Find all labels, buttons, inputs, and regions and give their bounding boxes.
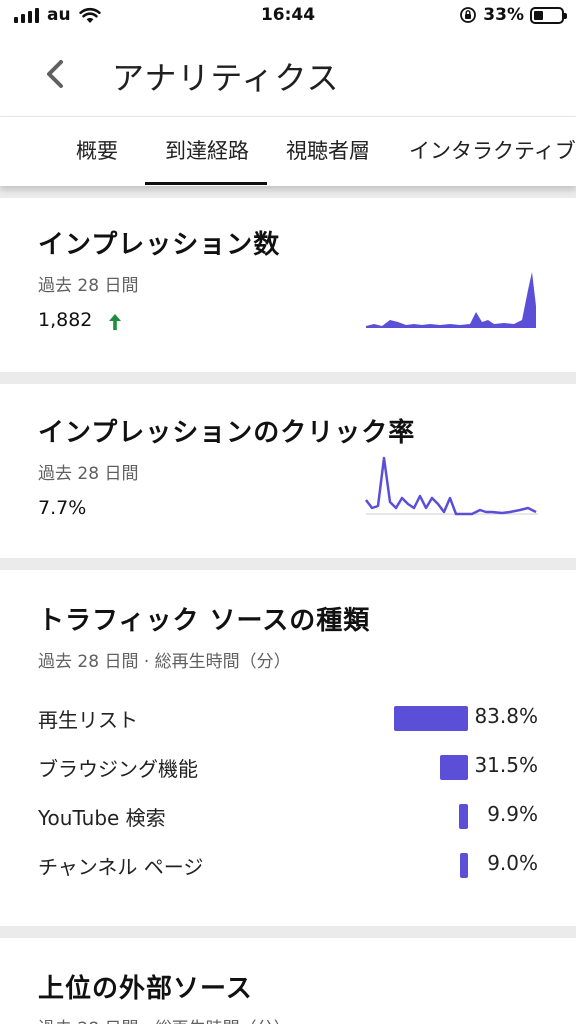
tab-bar: 概要 到達経路 視聴者層 インタラクティブ	[0, 116, 576, 186]
chevron-left-icon	[47, 60, 63, 88]
battery-icon	[530, 6, 567, 24]
section-divider	[0, 186, 576, 198]
external-sources-subtitle: 過去 28 日間 · 総再生時間（分）	[38, 1014, 291, 1024]
external-sources-card[interactable]: 上位の外部ソース 過去 28 日間 · 総再生時間（分）	[0, 938, 576, 1024]
ctr-sparkline	[365, 456, 538, 516]
status-bar: au 16:44 33%	[0, 0, 576, 34]
traffic-source-row[interactable]: 再生リスト 83.8%	[0, 704, 576, 734]
traffic-source-bar	[459, 804, 468, 829]
back-button[interactable]	[36, 54, 76, 94]
traffic-source-percent: 83.8%	[474, 704, 538, 728]
traffic-source-row[interactable]: ブラウジング機能 31.5%	[0, 753, 576, 783]
tab-audience[interactable]: 視聴者層	[286, 117, 370, 186]
orientation-lock-icon	[460, 7, 477, 23]
traffic-sources-subtitle: 過去 28 日間 · 総再生時間（分）	[38, 652, 291, 672]
traffic-source-label: チャンネル ページ	[38, 855, 204, 879]
ctr-value: 7.7%	[38, 497, 87, 519]
traffic-source-percent: 31.5%	[474, 753, 538, 777]
tab-selected-indicator	[145, 182, 267, 185]
section-divider	[0, 926, 576, 938]
tab-overview[interactable]: 概要	[76, 117, 118, 186]
traffic-source-row[interactable]: チャンネル ページ 9.0%	[0, 851, 576, 881]
app-bar: アナリティクス	[0, 34, 576, 116]
section-divider	[0, 372, 576, 384]
impressions-title: インプレッション数	[38, 230, 281, 260]
traffic-source-label: ブラウジング機能	[38, 757, 198, 781]
impressions-sparkline	[366, 272, 536, 328]
external-sources-title: 上位の外部ソース	[38, 974, 253, 1004]
traffic-source-label: 再生リスト	[38, 708, 138, 732]
battery-percent: 33%	[483, 5, 524, 25]
ctr-period: 過去 28 日間	[38, 464, 139, 484]
impressions-value: 1,882	[38, 309, 93, 331]
traffic-sources-title: トラフィック ソースの種類	[38, 606, 371, 636]
ctr-title: インプレッションのクリック率	[38, 418, 416, 448]
traffic-source-row[interactable]: YouTube 検索 9.9%	[0, 802, 576, 832]
trend-up-arrow-icon	[109, 314, 121, 330]
impressions-card[interactable]: インプレッション数 過去 28 日間 1,882	[0, 198, 576, 372]
status-right: 33%	[459, 5, 567, 25]
traffic-source-bar	[394, 706, 468, 731]
traffic-source-label: YouTube 検索	[38, 806, 166, 830]
traffic-sources-card: トラフィック ソースの種類 過去 28 日間 · 総再生時間（分） 再生リスト …	[0, 570, 576, 926]
traffic-source-percent: 9.0%	[487, 851, 538, 875]
impressions-period: 過去 28 日間	[38, 276, 139, 296]
tab-reach[interactable]: 到達経路	[165, 117, 249, 186]
traffic-source-bar	[440, 755, 468, 780]
tab-interactive[interactable]: インタラクティブ	[409, 117, 576, 186]
page-title: アナリティクス	[112, 59, 340, 97]
section-divider	[0, 558, 576, 570]
ctr-card[interactable]: インプレッションのクリック率 過去 28 日間 7.7%	[0, 384, 576, 558]
traffic-source-bar	[460, 853, 468, 878]
traffic-source-percent: 9.9%	[487, 802, 538, 826]
